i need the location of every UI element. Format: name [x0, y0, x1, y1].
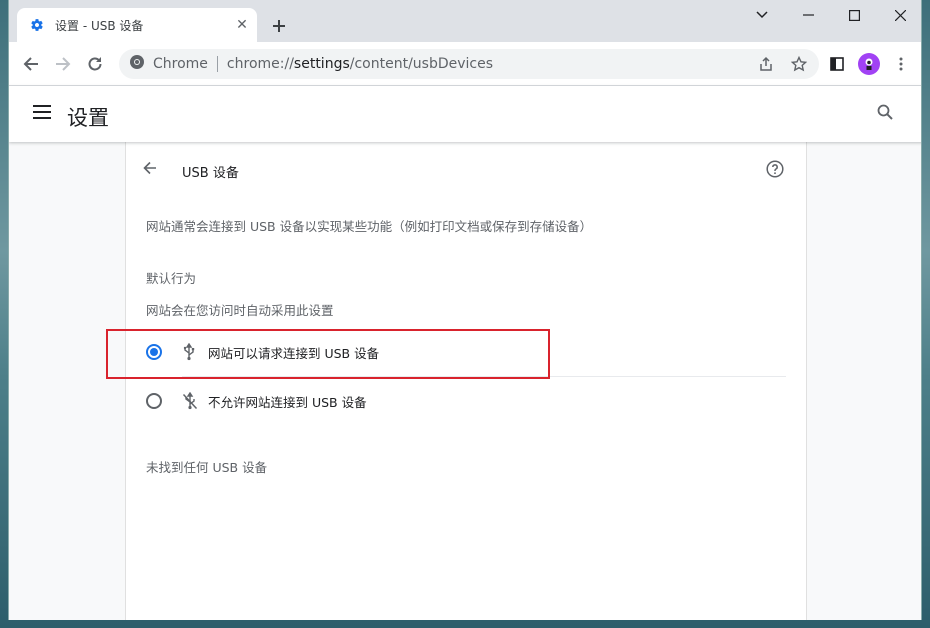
- omnibox-separator: [216, 56, 218, 72]
- close-window-button[interactable]: [877, 0, 921, 30]
- bookmark-star-icon[interactable]: [787, 56, 811, 72]
- maximize-button[interactable]: [831, 0, 877, 30]
- usb-settings-card: USB 设备 网站通常会连接到 USB 设备以实现某些功能（例如打印文档或保存到…: [125, 142, 807, 620]
- url-prefix: chrome://: [226, 56, 294, 72]
- default-behavior-title: 默认行为: [146, 271, 197, 286]
- settings-title: 设置: [67, 106, 109, 130]
- share-icon[interactable]: [754, 56, 778, 72]
- tab-title: 设置 - USB 设备: [55, 18, 144, 33]
- back-button[interactable]: [17, 50, 45, 78]
- gear-icon: [29, 17, 45, 33]
- default-behavior-subtitle: 网站会在您访问时自动采用此设置: [146, 303, 334, 318]
- more-menu-icon[interactable]: [887, 50, 915, 78]
- close-tab-icon[interactable]: ✕: [233, 16, 251, 34]
- search-icon[interactable]: [877, 104, 897, 124]
- option-block-usb-label: 不允许网站连接到 USB 设备: [208, 394, 367, 410]
- chrome-icon: [129, 54, 145, 74]
- profile-avatar[interactable]: [855, 50, 883, 78]
- tab-search-icon[interactable]: [739, 0, 785, 30]
- page-description: 网站通常会连接到 USB 设备以实现某些功能（例如打印文档或保存到存储设备）: [146, 219, 593, 234]
- new-tab-button[interactable]: [267, 14, 291, 38]
- site-label: Chrome: [153, 56, 208, 72]
- radio-block-usb[interactable]: [146, 393, 162, 409]
- help-icon[interactable]: [766, 160, 786, 180]
- tab-settings[interactable]: 设置 - USB 设备 ✕: [17, 8, 257, 42]
- option-block-usb[interactable]: 不允许网站连接到 USB 设备: [126, 377, 808, 425]
- url-host: settings: [293, 56, 350, 72]
- annotation-highlight-box: [106, 329, 550, 379]
- tab-strip: 设置 - USB 设备 ✕: [9, 0, 921, 42]
- browser-toolbar: Chrome chrome://settings/content/usbDevi…: [9, 42, 921, 86]
- no-devices-message: 未找到任何 USB 设备: [146, 460, 268, 475]
- side-panel-icon[interactable]: [823, 50, 851, 78]
- url-path: /content/usbDevices: [349, 56, 494, 72]
- address-bar[interactable]: Chrome chrome://settings/content/usbDevi…: [119, 49, 819, 79]
- page-heading: USB 设备: [182, 166, 239, 181]
- minimize-button[interactable]: [785, 0, 831, 30]
- reload-button[interactable]: [81, 50, 109, 78]
- back-arrow-icon[interactable]: [143, 160, 163, 180]
- hamburger-menu-icon[interactable]: [33, 104, 53, 124]
- forward-button[interactable]: [49, 50, 77, 78]
- settings-header: 设置: [9, 86, 921, 142]
- url-text: chrome://settings/content/usbDevices: [227, 56, 493, 72]
- browser-window: 设置 - USB 设备 ✕ Chrome chrome://settings/c…: [8, 0, 922, 620]
- usb-off-icon: [182, 391, 198, 410]
